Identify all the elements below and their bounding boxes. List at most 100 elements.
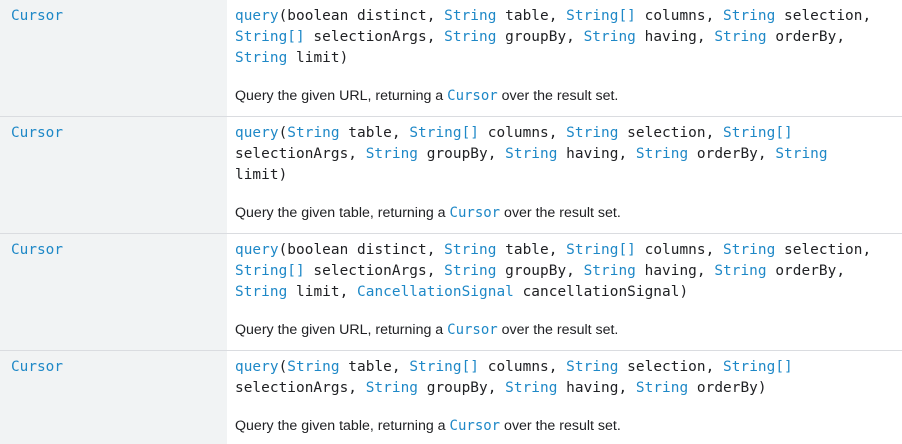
method-summary: Query the given table, returning a Curso… [235, 203, 894, 223]
method-signature: query(boolean distinct, String table, St… [235, 6, 894, 69]
type-link[interactable]: String[] [566, 8, 636, 24]
method-name-link[interactable]: query [235, 125, 279, 141]
type-link[interactable]: String [444, 8, 496, 24]
type-link[interactable]: String[] [409, 125, 479, 141]
method-description-cell: query(boolean distinct, String table, St… [227, 234, 902, 350]
signature-text: columns, [479, 359, 567, 375]
return-type-link[interactable]: Cursor [11, 359, 63, 375]
return-type-cell: Cursor [0, 351, 227, 444]
type-link[interactable]: String[] [235, 263, 305, 279]
type-link[interactable]: String [444, 29, 496, 45]
type-link[interactable]: String[] [723, 125, 793, 141]
cursor-link[interactable]: Cursor [447, 88, 498, 104]
method-name-link[interactable]: query [235, 359, 279, 375]
return-type-link[interactable]: Cursor [11, 242, 63, 258]
signature-text: groupBy, [418, 146, 506, 162]
type-link[interactable]: String[] [723, 359, 793, 375]
type-link[interactable]: String [505, 380, 557, 396]
signature-text: having, [557, 380, 636, 396]
signature-text: selectionArgs, [235, 380, 366, 396]
method-signature: query(boolean distinct, String table, St… [235, 240, 894, 303]
signature-line: limit) [235, 165, 894, 186]
summary-text: over the result set. [500, 418, 621, 434]
method-signature: query(String table, String[] columns, St… [235, 123, 894, 186]
signature-text: groupBy, [496, 263, 584, 279]
type-link[interactable]: String[] [235, 29, 305, 45]
primitive-type: boolean [287, 8, 349, 24]
summary-text: Query the given table, returning a [235, 418, 450, 434]
signature-text: selectionArgs, [235, 146, 366, 162]
return-type-cell: Cursor [0, 234, 227, 350]
signature-text: distinct, [348, 242, 445, 258]
signature-text: limit) [235, 167, 288, 183]
type-link[interactable]: String [723, 8, 775, 24]
signature-text: table, [496, 242, 567, 258]
type-link[interactable]: String [636, 380, 688, 396]
signature-text: table, [339, 359, 410, 375]
signature-text: having, [635, 263, 715, 279]
method-name-link[interactable]: query [235, 8, 279, 24]
signature-text: selection, [618, 125, 724, 141]
type-link[interactable]: String [584, 29, 636, 45]
method-row: Cursor query(boolean distinct, String tab… [0, 0, 902, 117]
signature-text: selection, [775, 242, 872, 258]
signature-text: groupBy, [418, 380, 506, 396]
signature-text: columns, [479, 125, 567, 141]
type-link[interactable]: String [566, 359, 618, 375]
type-link[interactable]: String [505, 146, 557, 162]
cursor-link[interactable]: Cursor [450, 205, 501, 221]
method-description-cell: query(String table, String[] columns, St… [227, 117, 902, 233]
type-link[interactable]: String[] [566, 242, 636, 258]
signature-text: orderBy, [766, 29, 846, 45]
type-link[interactable]: String [566, 125, 618, 141]
type-link[interactable]: String [235, 50, 287, 66]
method-summary: Query the given URL, returning a Cursor … [235, 320, 894, 340]
summary-text: Query the given URL, returning a [235, 322, 448, 338]
signature-line: query(boolean distinct, String table, St… [235, 240, 894, 261]
type-link[interactable]: String [714, 29, 766, 45]
type-link[interactable]: String [775, 146, 827, 162]
type-link[interactable]: String [636, 146, 688, 162]
type-link[interactable]: String [444, 242, 496, 258]
signature-text: limit) [287, 50, 349, 66]
signature-text: distinct, [348, 8, 445, 24]
signature-text: selection, [775, 8, 872, 24]
type-link[interactable]: CancellationSignal [357, 284, 514, 300]
type-link[interactable]: String [584, 263, 636, 279]
cursor-link[interactable]: Cursor [447, 322, 498, 338]
type-link[interactable]: String [723, 242, 775, 258]
type-link[interactable]: String[] [409, 359, 479, 375]
signature-line: selectionArgs, String groupBy, String ha… [235, 378, 894, 399]
type-link[interactable]: String [714, 263, 766, 279]
signature-line: String limit, CancellationSignal cancell… [235, 282, 894, 303]
signature-text: having, [635, 29, 715, 45]
method-summary: Query the given URL, returning a Cursor … [235, 86, 894, 106]
signature-text: having, [557, 146, 636, 162]
signature-text: orderBy, [766, 263, 846, 279]
method-row: Cursor query(String table, String[] colum… [0, 351, 902, 444]
signature-text: selectionArgs, [304, 29, 445, 45]
type-link[interactable]: String [366, 146, 418, 162]
method-signature: query(String table, String[] columns, St… [235, 357, 894, 399]
method-name-link[interactable]: query [235, 242, 279, 258]
return-type-link[interactable]: Cursor [11, 8, 63, 24]
signature-text: limit, [287, 284, 358, 300]
summary-text: over the result set. [497, 322, 619, 338]
cursor-link[interactable]: Cursor [450, 418, 501, 434]
method-summary: Query the given table, returning a Curso… [235, 416, 894, 436]
method-description-cell: query(boolean distinct, String table, St… [227, 0, 902, 116]
signature-text: selectionArgs, [304, 263, 445, 279]
type-link[interactable]: String [235, 284, 287, 300]
type-link[interactable]: String [287, 125, 339, 141]
return-type-link[interactable]: Cursor [11, 125, 63, 141]
methods-table: Cursor query(boolean distinct, String tab… [0, 0, 902, 444]
type-link[interactable]: String [287, 359, 339, 375]
signature-line: query(String table, String[] columns, St… [235, 357, 894, 378]
signature-text: table, [339, 125, 410, 141]
return-type-cell: Cursor [0, 117, 227, 233]
summary-text: Query the given URL, returning a [235, 88, 448, 104]
signature-text: ( [278, 8, 288, 24]
type-link[interactable]: String [444, 263, 496, 279]
summary-text: over the result set. [497, 88, 619, 104]
type-link[interactable]: String [366, 380, 418, 396]
